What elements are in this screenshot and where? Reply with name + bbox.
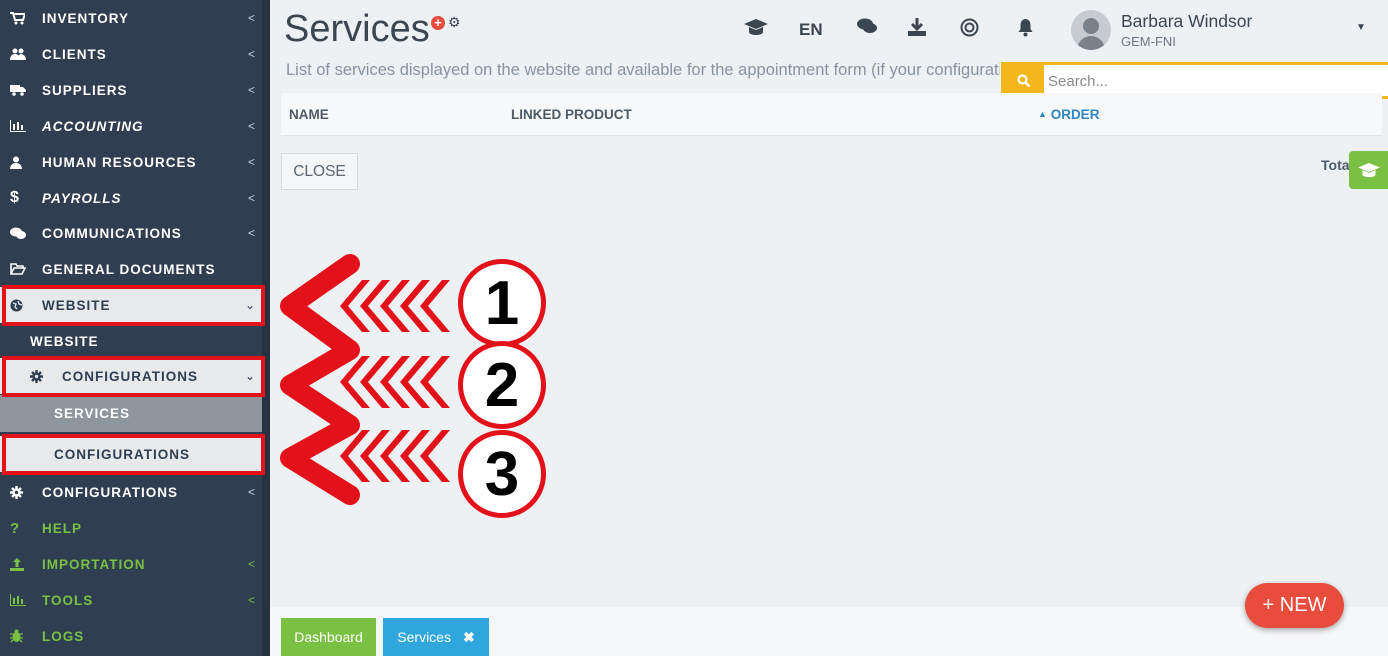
sidebar-scrollbar[interactable] bbox=[262, 0, 270, 656]
user-icon bbox=[0, 156, 42, 169]
sidebar-item-label: GENERAL DOCUMENTS bbox=[42, 261, 216, 277]
cart-icon bbox=[0, 11, 42, 25]
sidebar-item-label: SUPPLIERS bbox=[42, 82, 128, 98]
chevron-left-icon: < bbox=[247, 119, 256, 133]
add-circle-icon[interactable]: + bbox=[431, 16, 445, 30]
question-icon: ? bbox=[10, 519, 21, 537]
sidebar-item-label: TOOLS bbox=[42, 592, 94, 608]
bell-icon[interactable] bbox=[1017, 18, 1034, 42]
chevron-left-icon: < bbox=[247, 593, 256, 607]
users-icon bbox=[0, 48, 42, 61]
caret-down-icon[interactable]: ▼ bbox=[1356, 22, 1366, 33]
sidebar-item-label: IMPORTATION bbox=[42, 556, 146, 572]
column-header-name[interactable]: NAME bbox=[289, 107, 329, 122]
truck-icon bbox=[0, 84, 42, 96]
download-icon[interactable] bbox=[908, 18, 926, 41]
tab-dashboard[interactable]: Dashboard bbox=[281, 618, 376, 656]
tab-label: Dashboard bbox=[294, 629, 363, 645]
sidebar-item-importation[interactable]: IMPORTATION < bbox=[0, 546, 262, 582]
sidebar-item-communications[interactable]: COMMUNICATIONS < bbox=[0, 215, 262, 251]
column-header-linked-product[interactable]: LINKED PRODUCT bbox=[511, 107, 632, 122]
bar-chart-icon bbox=[0, 594, 42, 606]
folder-open-icon bbox=[0, 263, 42, 275]
sidebar-item-label: HELP bbox=[42, 520, 83, 536]
sidebar-item-human-resources[interactable]: HUMAN RESOURCES < bbox=[0, 144, 262, 180]
upload-icon bbox=[0, 557, 42, 571]
sidebar-item-help[interactable]: ? HELP bbox=[0, 510, 262, 546]
sidebar-item-general-documents[interactable]: GENERAL DOCUMENTS bbox=[0, 251, 262, 287]
gear-icon bbox=[0, 485, 42, 499]
chevron-left-icon: < bbox=[247, 47, 256, 61]
sidebar-item-clients[interactable]: CLIENTS < bbox=[0, 36, 262, 72]
search-input[interactable] bbox=[1048, 69, 1378, 93]
dollar-icon: $ bbox=[10, 189, 20, 206]
close-button[interactable]: CLOSE bbox=[281, 153, 358, 190]
chevron-left-icon: < bbox=[247, 226, 256, 240]
sidebar-item-suppliers[interactable]: SUPPLIERS < bbox=[0, 72, 262, 108]
highlight-box-3 bbox=[2, 434, 265, 475]
chevron-left-icon: < bbox=[247, 485, 256, 499]
sidebar-item-label: SERVICES bbox=[54, 406, 131, 421]
column-header-order-label: ORDER bbox=[1050, 107, 1100, 122]
annotation-arrows bbox=[280, 254, 450, 505]
comments-icon[interactable] bbox=[857, 18, 877, 39]
language-selector[interactable]: EN bbox=[799, 20, 823, 40]
column-header-order[interactable]: ▲ ORDER bbox=[1038, 107, 1099, 122]
annotation-badge-1: 1 bbox=[458, 259, 546, 347]
close-icon[interactable]: ✖ bbox=[463, 629, 475, 646]
chevron-left-icon: < bbox=[247, 11, 256, 25]
comments-icon bbox=[0, 227, 42, 240]
chevron-left-icon: < bbox=[247, 191, 256, 205]
page-subtitle: List of services displayed on the websit… bbox=[286, 61, 1000, 79]
table-header: NAME LINKED PRODUCT ▲ ORDER bbox=[281, 93, 1382, 136]
search-icon[interactable] bbox=[1004, 65, 1044, 96]
new-button[interactable]: + NEW bbox=[1245, 583, 1344, 628]
tab-services[interactable]: Services ✖ bbox=[383, 618, 489, 656]
page-title: Services bbox=[284, 8, 430, 50]
annotation-badge-3: 3 bbox=[458, 430, 546, 518]
highlight-box-1 bbox=[2, 285, 265, 326]
highlight-box-2 bbox=[2, 356, 265, 397]
sidebar-item-payrolls[interactable]: $ PAYROLLS < bbox=[0, 180, 262, 216]
sidebar-item-label: INVENTORY bbox=[42, 10, 130, 26]
sidebar-item-logs[interactable]: LOGS bbox=[0, 618, 262, 654]
graduation-cap-button[interactable] bbox=[1349, 151, 1388, 189]
chevron-left-icon: < bbox=[247, 83, 256, 97]
sidebar-item-label: LOGS bbox=[42, 628, 85, 644]
sidebar-item-label: ACCOUNTING bbox=[42, 118, 144, 134]
chevron-left-icon: < bbox=[247, 557, 256, 571]
sidebar-item-label: PAYROLLS bbox=[42, 190, 122, 206]
user-name[interactable]: Barbara Windsor bbox=[1121, 11, 1252, 32]
bug-icon bbox=[0, 629, 42, 643]
sidebar-subitem-website[interactable]: WEBSITE bbox=[0, 323, 262, 359]
sort-ascending-icon: ▲ bbox=[1038, 109, 1047, 119]
sidebar: INVENTORY < CLIENTS < SUPPLIERS < ACCOUN… bbox=[0, 0, 270, 656]
bar-chart-icon bbox=[0, 120, 42, 132]
sidebar-subitem-services[interactable]: SERVICES bbox=[0, 395, 262, 432]
sidebar-item-inventory[interactable]: INVENTORY < bbox=[0, 0, 262, 36]
tab-label: Services bbox=[397, 629, 451, 645]
annotation-badge-2: 2 bbox=[458, 341, 546, 429]
sidebar-item-label: CLIENTS bbox=[42, 46, 107, 62]
chevron-left-icon: < bbox=[247, 155, 256, 169]
lifebuoy-icon[interactable] bbox=[960, 18, 979, 42]
sidebar-item-configurations[interactable]: CONFIGURATIONS < bbox=[0, 474, 262, 510]
title-actions: + ⚙ bbox=[431, 14, 461, 31]
sidebar-item-tools[interactable]: TOOLS < bbox=[0, 582, 262, 618]
graduation-cap-icon[interactable] bbox=[744, 18, 768, 41]
sidebar-item-label: COMMUNICATIONS bbox=[42, 225, 182, 241]
sidebar-item-label: HUMAN RESOURCES bbox=[42, 154, 197, 170]
avatar[interactable] bbox=[1071, 10, 1111, 50]
sidebar-item-label: CONFIGURATIONS bbox=[42, 484, 178, 500]
user-company: GEM-FNI bbox=[1121, 34, 1176, 49]
sidebar-item-label: WEBSITE bbox=[30, 333, 99, 349]
sidebar-item-accounting[interactable]: ACCOUNTING < bbox=[0, 108, 262, 144]
gear-icon[interactable]: ⚙ bbox=[448, 14, 461, 30]
